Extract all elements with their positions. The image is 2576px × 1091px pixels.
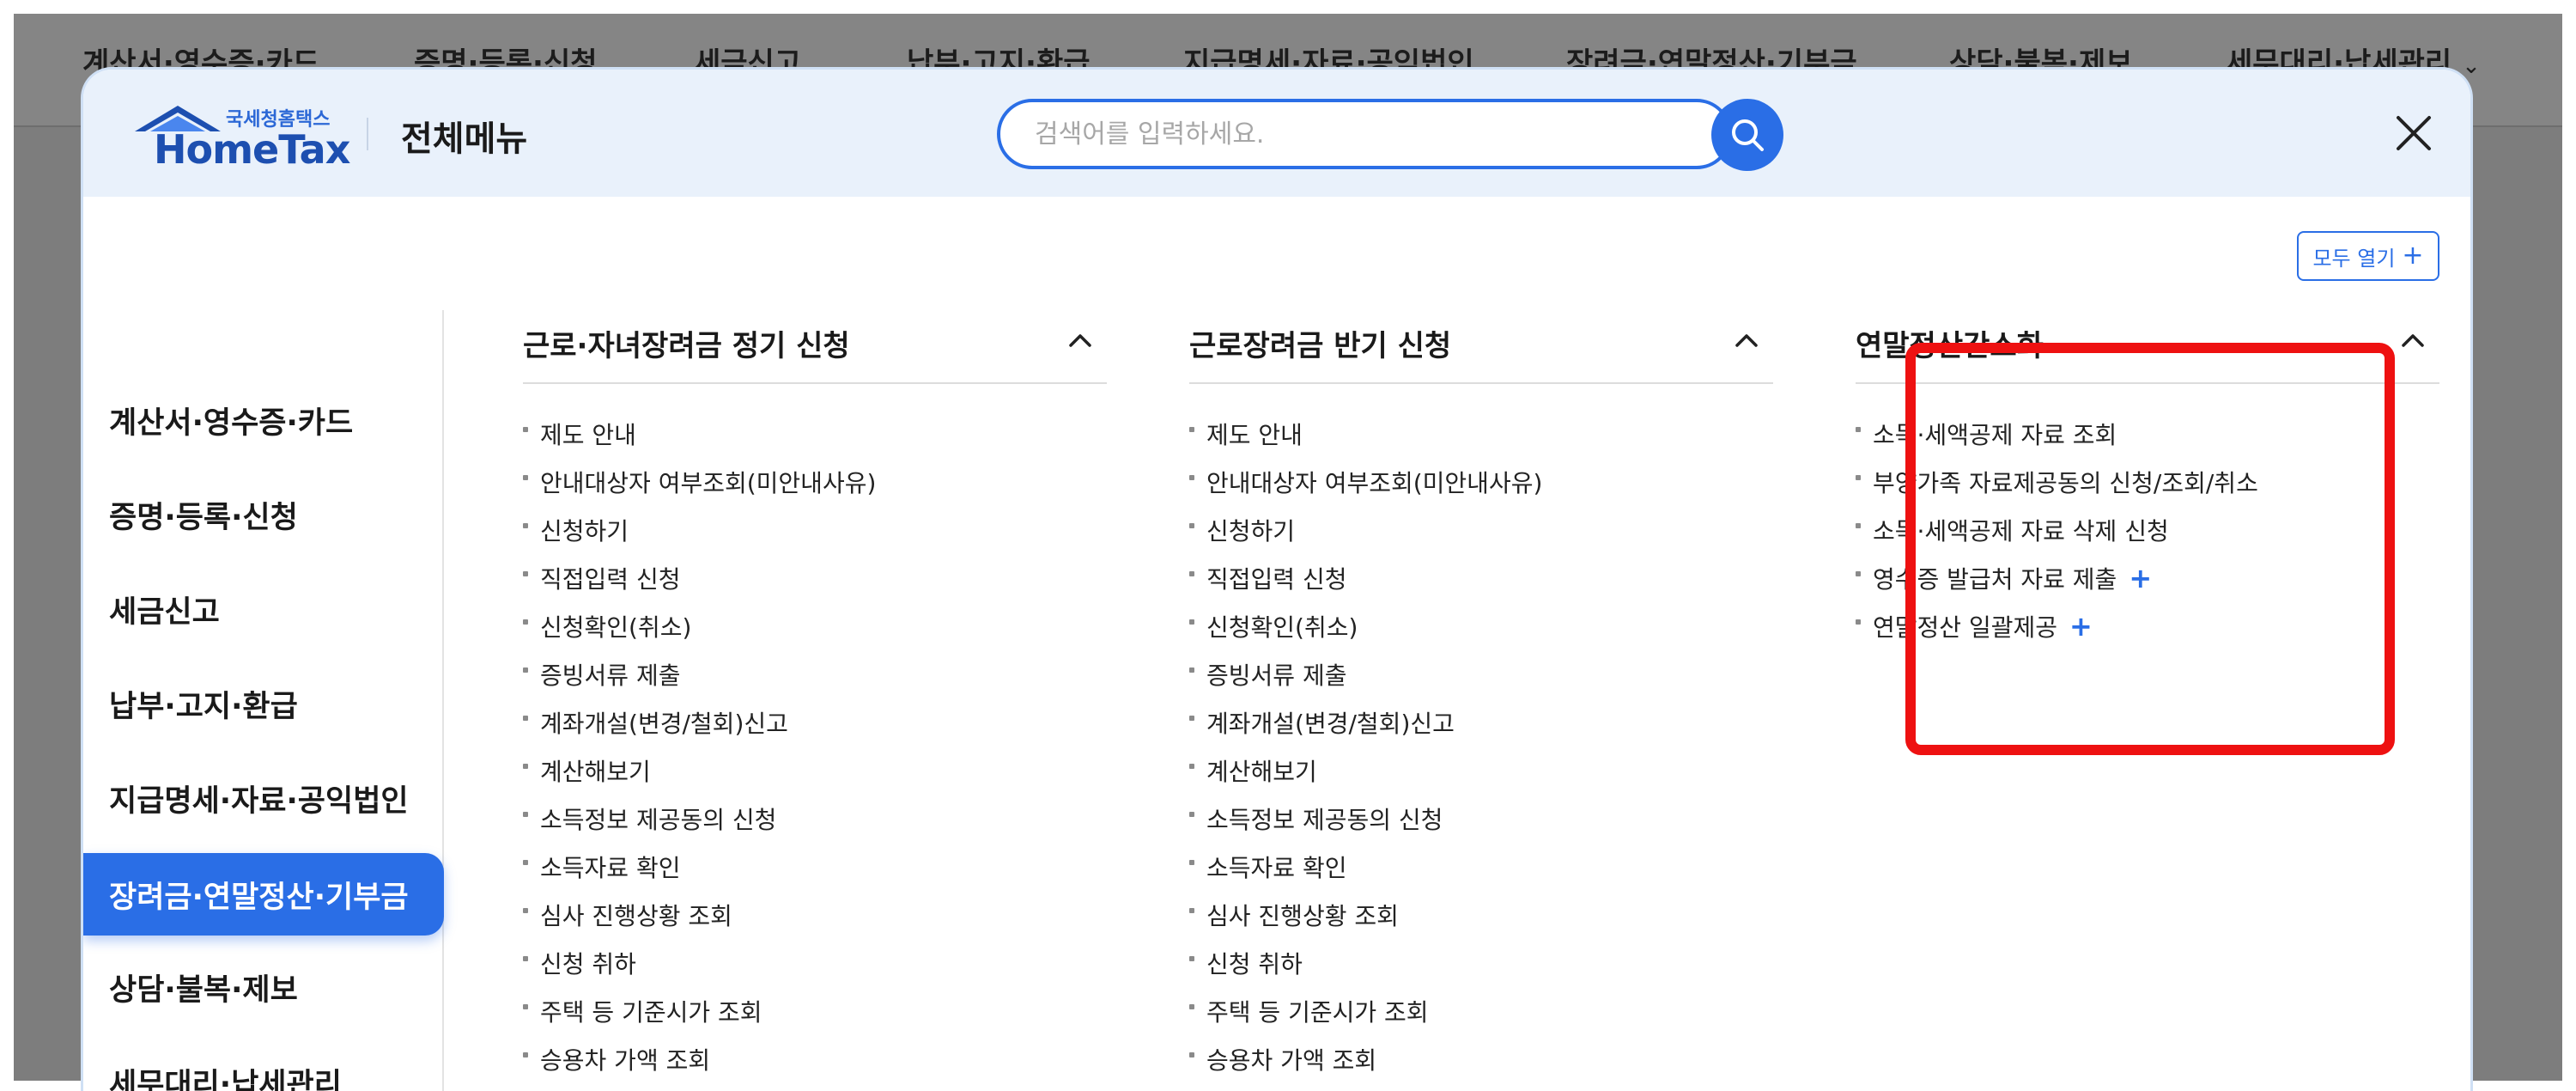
menu-link[interactable]: 소득·세액공제 자료 조회 — [1856, 410, 2439, 458]
plus-icon: + — [2402, 241, 2424, 271]
menu-link[interactable]: 신청확인(취소) — [1189, 602, 1773, 650]
close-button[interactable] — [2393, 113, 2434, 154]
sidebar-item-invoice[interactable]: 계산서·영수증·카드 — [83, 379, 444, 461]
menu-link[interactable]: 계좌개설(변경/철회)신고 — [1189, 698, 1773, 747]
menu-link[interactable]: 주택 등 기준시가 조회 — [1189, 987, 1773, 1035]
modal-title: 전체메뉴 — [401, 119, 528, 159]
menu-column-regular-incentive: 근로·자녀장려금 정기 신청 제도 안내 안내대상자 여부조회(미안내사유) 신… — [523, 310, 1107, 1083]
menu-link[interactable]: 소득·세액공제 자료 삭제 신청 — [1856, 506, 2439, 554]
header-divider — [367, 118, 368, 150]
close-icon — [2397, 116, 2431, 150]
menu-link[interactable]: 안내대상자 여부조회(미안내사유) — [523, 458, 1107, 506]
search-button[interactable] — [1711, 99, 1783, 171]
collapse-button[interactable] — [2398, 326, 2427, 355]
menu-link[interactable]: 안내대상자 여부조회(미안내사유) — [1189, 458, 1773, 506]
menu-link[interactable]: 신청 취하 — [1189, 939, 1773, 987]
sidebar-item-payment[interactable]: 납부·고지·환급 — [83, 662, 444, 745]
menu-link[interactable]: 계좌개설(변경/철회)신고 — [523, 698, 1107, 747]
menu-link[interactable]: 신청하기 — [523, 506, 1107, 554]
menu-link[interactable]: 소득자료 확인 — [523, 843, 1107, 891]
column-header[interactable]: 연말정산간소화 — [1856, 310, 2439, 384]
sidebar-item-certificate[interactable]: 증명·등록·신청 — [83, 473, 444, 556]
open-all-label: 모두 열기 — [2312, 246, 2396, 271]
sidebar-item-incentive[interactable]: 장려금·연말정산·기부금 — [83, 853, 444, 936]
menu-link[interactable]: 연말정산 일괄제공 + — [1856, 602, 2439, 650]
collapse-button[interactable] — [1066, 326, 1095, 355]
menu-link[interactable]: 증빙서류 제출 — [523, 650, 1107, 698]
menu-link[interactable]: 계산해보기 — [1189, 747, 1773, 795]
menu-column-semiannual-incentive: 근로장려금 반기 신청 제도 안내 안내대상자 여부조회(미안내사유) 신청하기… — [1189, 310, 1773, 1083]
hometax-logo[interactable]: 국세청홈택스 HomeTax — [133, 101, 350, 173]
column-title: 근로·자녀장려금 정기 신청 — [523, 329, 850, 363]
menu-link[interactable]: 심사 진행상황 조회 — [523, 891, 1107, 939]
menu-link[interactable]: 부양가족 자료제공동의 신청/조회/취소 — [1856, 458, 2439, 506]
menu-link[interactable]: 제도 안내 — [523, 410, 1107, 458]
menu-link[interactable]: 신청하기 — [1189, 506, 1773, 554]
column-header[interactable]: 근로·자녀장려금 정기 신청 — [523, 310, 1107, 384]
sidebar-item-agent[interactable]: 세무대리·납세관리 — [83, 1040, 444, 1091]
expand-plus-icon[interactable]: + — [2129, 562, 2152, 594]
collapse-button[interactable] — [1732, 326, 1761, 355]
menu-list: 제도 안내 안내대상자 여부조회(미안내사유) 신청하기 직접입력 신청 신청확… — [523, 410, 1107, 1083]
menu-link[interactable]: 소득자료 확인 — [1189, 843, 1773, 891]
column-title: 연말정산간소화 — [1856, 329, 2044, 363]
modal-header: 국세청홈택스 HomeTax 전체메뉴 — [83, 70, 2470, 197]
menu-link[interactable]: 직접입력 신청 — [1189, 554, 1773, 602]
menu-link[interactable]: 주택 등 기준시가 조회 — [523, 987, 1107, 1035]
chevron-up-icon — [1069, 334, 1091, 347]
sidebar-item-statements[interactable]: 지급명세·자료·공익법인 — [83, 757, 444, 839]
column-header[interactable]: 근로장려금 반기 신청 — [1189, 310, 1773, 384]
menu-link[interactable]: 신청확인(취소) — [523, 602, 1107, 650]
menu-link[interactable]: 소득정보 제공동의 신청 — [1189, 795, 1773, 843]
menu-link[interactable]: 심사 진행상황 조회 — [1189, 891, 1773, 939]
menu-column-year-end-simplified: 연말정산간소화 소득·세액공제 자료 조회 부양가족 자료제공동의 신청/조회/… — [1856, 310, 2439, 650]
search-input[interactable] — [997, 99, 1732, 169]
menu-list: 소득·세액공제 자료 조회 부양가족 자료제공동의 신청/조회/취소 소득·세액… — [1856, 410, 2439, 650]
menu-link[interactable]: 승용차 가액 조회 — [523, 1035, 1107, 1083]
menu-link[interactable]: 직접입력 신청 — [523, 554, 1107, 602]
menu-link[interactable]: 제도 안내 — [1189, 410, 1773, 458]
menu-link[interactable]: 신청 취하 — [523, 939, 1107, 987]
sidebar-item-consult[interactable]: 상담·불복·제보 — [83, 946, 444, 1028]
menu-list: 제도 안내 안내대상자 여부조회(미안내사유) 신청하기 직접입력 신청 신청확… — [1189, 410, 1773, 1083]
full-menu-modal: 국세청홈택스 HomeTax 전체메뉴 모두 열기 + 계산서·영수증·카드 증… — [81, 67, 2473, 1091]
logo-wordmark: HomeTax — [154, 126, 350, 173]
open-all-button[interactable]: 모두 열기 + — [2297, 231, 2439, 281]
menu-link[interactable]: 소득정보 제공동의 신청 — [523, 795, 1107, 843]
sidebar-item-tax-return[interactable]: 세금신고 — [83, 568, 444, 650]
column-title: 근로장려금 반기 신청 — [1189, 329, 1452, 363]
sidebar: 계산서·영수증·카드 증명·등록·신청 세금신고 납부·고지·환급 지급명세·자… — [83, 310, 444, 1091]
menu-link[interactable]: 계산해보기 — [523, 747, 1107, 795]
menu-link[interactable]: 승용차 가액 조회 — [1189, 1035, 1773, 1083]
chevron-up-icon — [2402, 334, 2424, 347]
search-icon — [1732, 119, 1764, 151]
menu-link[interactable]: 증빙서류 제출 — [1189, 650, 1773, 698]
chevron-up-icon — [1735, 334, 1758, 347]
expand-plus-icon[interactable]: + — [2069, 610, 2093, 643]
menu-link[interactable]: 영수증 발급처 자료 제출 + — [1856, 554, 2439, 602]
